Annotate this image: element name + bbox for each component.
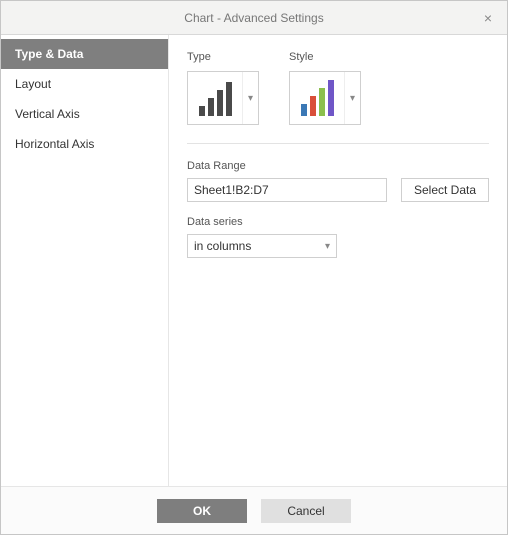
sidebar-item-label: Vertical Axis bbox=[15, 107, 80, 121]
data-series-label: Data series bbox=[187, 216, 489, 228]
dialog-title: Chart - Advanced Settings bbox=[184, 11, 323, 25]
type-section: Type ▾ bbox=[187, 51, 259, 125]
chart-type-preview bbox=[188, 72, 242, 124]
sidebar-item-layout[interactable]: Layout bbox=[1, 69, 168, 99]
close-button[interactable]: × bbox=[479, 9, 497, 27]
close-icon: × bbox=[484, 10, 492, 26]
column-chart-icon bbox=[199, 82, 232, 116]
type-label: Type bbox=[187, 51, 259, 63]
sidebar-item-vertical-axis[interactable]: Vertical Axis bbox=[1, 99, 168, 129]
chart-style-selector[interactable]: ▾ bbox=[289, 71, 361, 125]
sidebar-item-label: Type & Data bbox=[15, 47, 83, 61]
data-range-row: Select Data bbox=[187, 178, 489, 202]
cancel-button[interactable]: Cancel bbox=[261, 499, 351, 523]
data-range-section: Data Range Select Data bbox=[187, 160, 489, 202]
main-panel: Type ▾ Style bbox=[169, 35, 507, 486]
sidebar-item-type-data[interactable]: Type & Data bbox=[1, 39, 168, 69]
sidebar: Type & Data Layout Vertical Axis Horizon… bbox=[1, 35, 169, 486]
type-style-row: Type ▾ Style bbox=[187, 51, 489, 125]
divider bbox=[187, 143, 489, 144]
dialog-header: Chart - Advanced Settings × bbox=[1, 1, 507, 35]
chevron-down-icon: ▾ bbox=[242, 72, 258, 124]
chevron-down-icon: ▾ bbox=[344, 72, 360, 124]
chevron-down-icon: ▾ bbox=[325, 241, 330, 252]
sidebar-item-label: Horizontal Axis bbox=[15, 137, 94, 151]
select-data-button[interactable]: Select Data bbox=[401, 178, 489, 202]
dialog-footer: OK Cancel bbox=[1, 486, 507, 534]
ok-button[interactable]: OK bbox=[157, 499, 247, 523]
dialog-body: Type & Data Layout Vertical Axis Horizon… bbox=[1, 35, 507, 486]
chart-style-preview bbox=[290, 72, 344, 124]
data-series-select[interactable]: in columns ▾ bbox=[187, 234, 337, 258]
style-label: Style bbox=[289, 51, 361, 63]
sidebar-item-label: Layout bbox=[15, 77, 51, 91]
style-section: Style ▾ bbox=[289, 51, 361, 125]
data-series-value: in columns bbox=[194, 239, 251, 253]
data-range-input[interactable] bbox=[187, 178, 387, 202]
dialog: Chart - Advanced Settings × Type & Data … bbox=[0, 0, 508, 535]
sidebar-item-horizontal-axis[interactable]: Horizontal Axis bbox=[1, 129, 168, 159]
data-series-section: Data series in columns ▾ bbox=[187, 216, 489, 258]
data-range-label: Data Range bbox=[187, 160, 489, 172]
chart-type-selector[interactable]: ▾ bbox=[187, 71, 259, 125]
colored-column-chart-icon bbox=[301, 80, 334, 116]
